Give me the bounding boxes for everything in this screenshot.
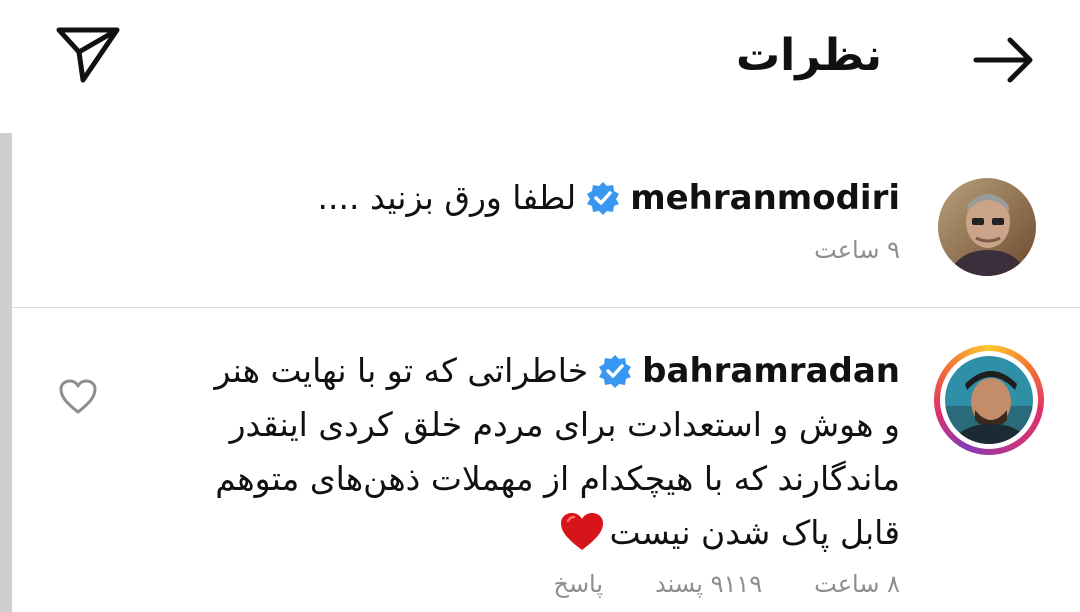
heart-outline-icon[interactable] [58,378,98,416]
avatar[interactable] [938,178,1036,276]
arrow-right-icon[interactable] [972,34,1036,86]
comment-line: bahramradan خاطراتی که تو با نهایت هنر [180,344,900,398]
username[interactable]: mehranmodiri [630,178,900,218]
page-title: نظرات [735,30,882,81]
like-count[interactable]: ۹۱۱۹ پسند [655,570,762,598]
red-heart-emoji-icon [560,512,604,552]
caption-text: لطفا ورق بزنید .... [317,178,577,217]
verified-badge-icon [586,176,620,215]
comment-text: ماندگارند که با هیچکدام از مهملات ذهن‌ها… [215,459,900,498]
avatar[interactable] [945,356,1033,444]
comment-text: و هوش و استعدادت برای مردم خلق کردی اینق… [229,405,900,444]
comment-time: ۸ ساعت [814,570,900,598]
comment-line: قابل پاک شدن نیست [180,506,900,560]
username[interactable]: bahramradan [642,351,900,391]
comment-body: bahramradan خاطراتی که تو با نهایت هنر و … [180,344,900,560]
reply-button[interactable]: پاسخ [553,570,603,598]
divider [12,307,1080,308]
caption-time: ۹ ساعت [814,236,900,264]
story-ring[interactable] [934,345,1044,455]
comment-meta: ۸ ساعت ۹۱۱۹ پسند پاسخ [501,566,900,602]
verified-badge-icon [598,350,632,388]
caption-line: mehranmodiri لطفا ورق بزنید .... [300,170,900,226]
app-header: نظرات [0,0,1080,120]
send-icon[interactable] [54,24,122,86]
comment-text: خاطراتی که تو با نهایت هنر [214,351,589,390]
comment-text: قابل پاک شدن نیست [609,513,900,552]
